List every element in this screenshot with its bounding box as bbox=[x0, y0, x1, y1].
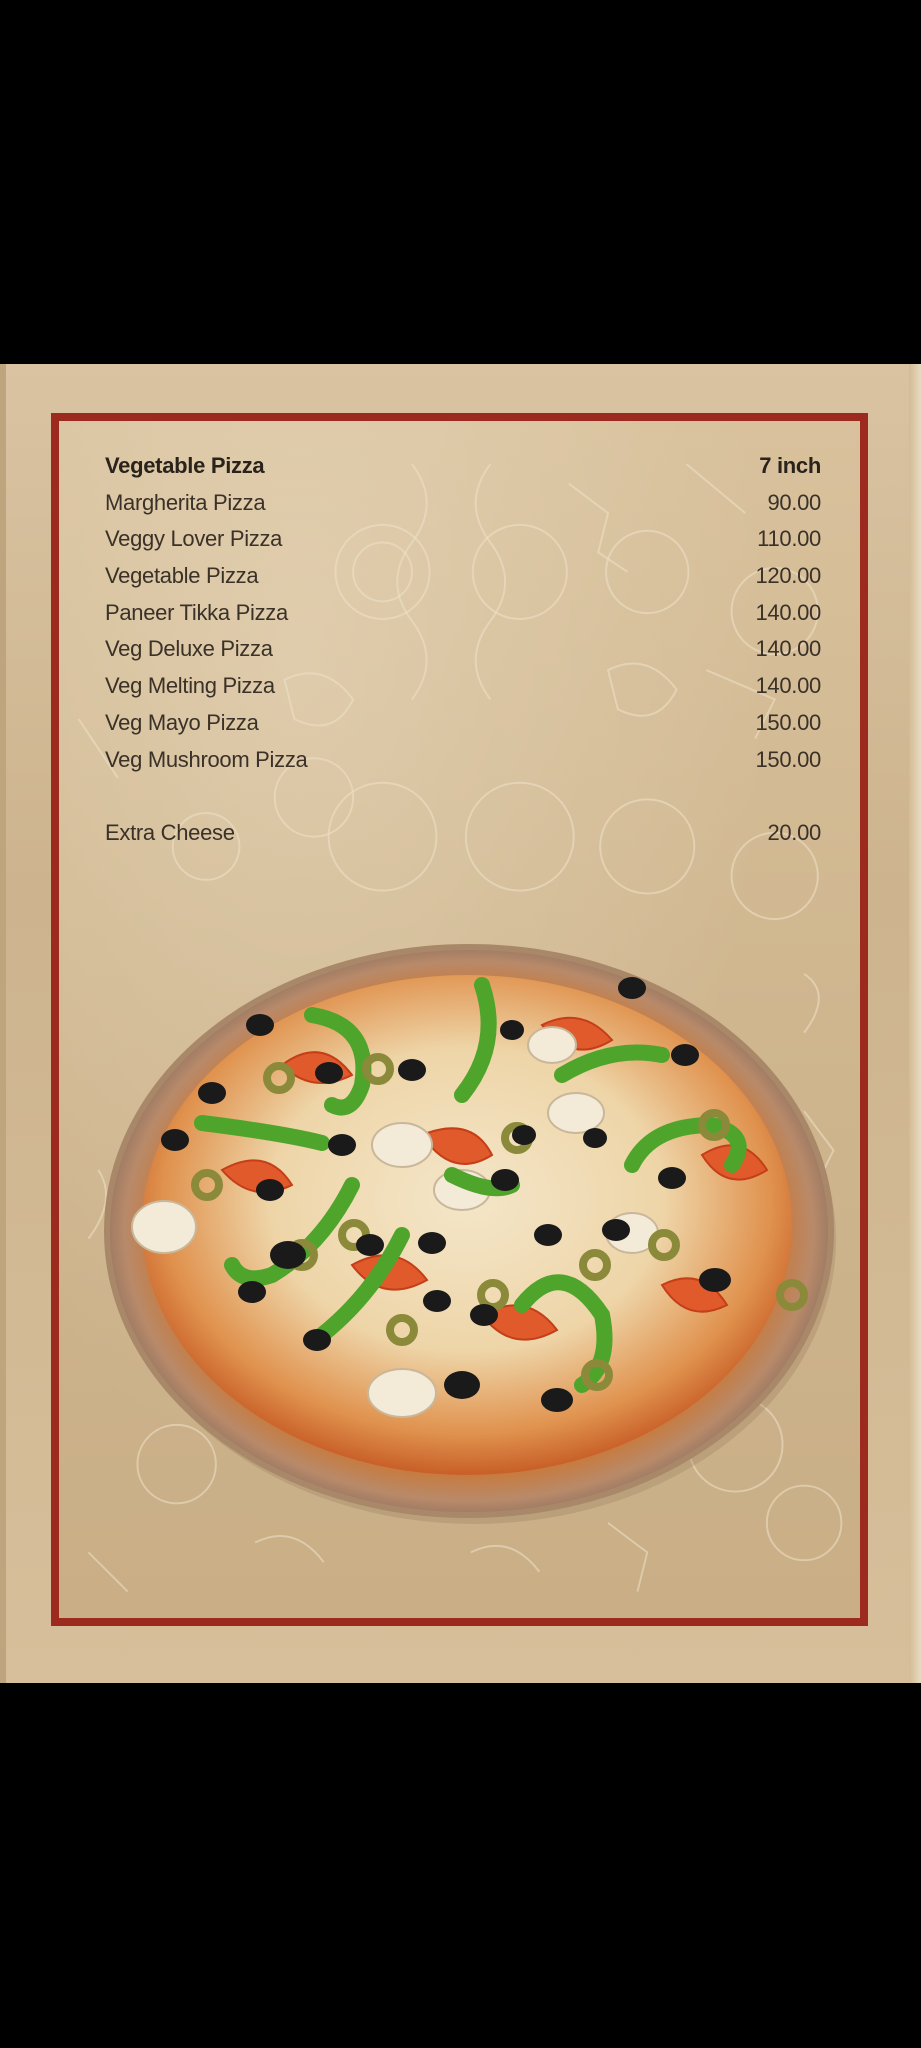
menu-size-label: 7 inch bbox=[759, 453, 821, 478]
menu-item-price: 90.00 bbox=[767, 489, 821, 515]
menu-item-price: 150.00 bbox=[755, 709, 822, 735]
menu-item-price: 140.00 bbox=[755, 599, 822, 625]
menu-item: Vegetable Pizza 120.00 bbox=[105, 563, 821, 600]
pizza-photo bbox=[102, 935, 836, 1528]
menu-photo[interactable]: Vegetable Pizza 7 inch Margherita Pizza … bbox=[0, 364, 921, 1683]
menu-item-name: Paneer Tikka Pizza bbox=[105, 599, 288, 625]
menu-spacer bbox=[105, 783, 821, 820]
menu-item-name: Veg Melting Pizza bbox=[105, 673, 275, 699]
photo-edge-left bbox=[0, 364, 6, 1683]
menu-item: Margherita Pizza 90.00 bbox=[105, 490, 821, 527]
extra-item-name: Extra Cheese bbox=[105, 820, 235, 846]
menu-item-price: 140.00 bbox=[755, 636, 822, 662]
top-black-band bbox=[0, 0, 921, 364]
menu-card-frame: Vegetable Pizza 7 inch Margherita Pizza … bbox=[51, 413, 868, 1626]
menu-item-name: Veg Deluxe Pizza bbox=[105, 636, 273, 662]
menu-item: Veg Deluxe Pizza 140.00 bbox=[105, 636, 821, 673]
menu-item: Veg Mayo Pizza 150.00 bbox=[105, 710, 821, 747]
menu-item-name: Vegetable Pizza bbox=[105, 563, 259, 589]
menu-item: Veg Mushroom Pizza 150.00 bbox=[105, 747, 821, 784]
menu-item-price: 150.00 bbox=[755, 746, 822, 772]
menu-header-row: Vegetable Pizza 7 inch bbox=[105, 453, 821, 490]
menu-item-price: 110.00 bbox=[757, 526, 821, 552]
menu-extra-item: Extra Cheese 20.00 bbox=[105, 820, 821, 857]
menu-category-title: Vegetable Pizza bbox=[105, 453, 265, 478]
pizza-illustration bbox=[104, 944, 836, 1524]
extra-item-price: 20.00 bbox=[767, 820, 821, 846]
bottom-black-band bbox=[0, 1683, 921, 2048]
menu-item-name: Veg Mayo Pizza bbox=[105, 709, 259, 735]
menu-item-name: Veg Mushroom Pizza bbox=[105, 746, 308, 772]
menu-item: Veg Melting Pizza 140.00 bbox=[105, 673, 821, 710]
menu-item-name: Margherita Pizza bbox=[105, 489, 266, 515]
menu-item: Veggy Lover Pizza 110.00 bbox=[105, 526, 821, 563]
menu-item-name: Veggy Lover Pizza bbox=[105, 526, 283, 552]
photo-edge-right bbox=[909, 364, 921, 1683]
menu-list: Vegetable Pizza 7 inch Margherita Pizza … bbox=[105, 453, 821, 857]
menu-item-price: 120.00 bbox=[755, 563, 822, 589]
menu-item: Paneer Tikka Pizza 140.00 bbox=[105, 600, 821, 637]
menu-item-price: 140.00 bbox=[755, 673, 822, 699]
